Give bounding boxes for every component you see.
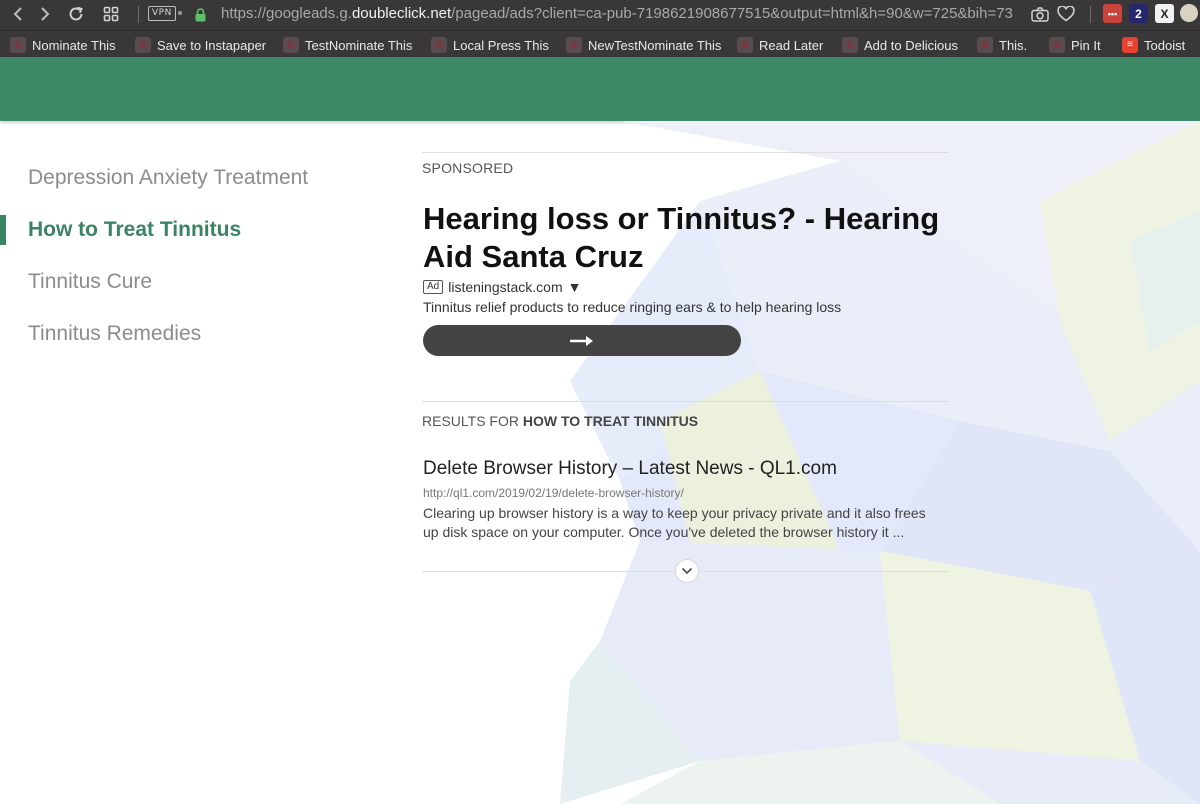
bookmark-label: Add to Delicious xyxy=(864,37,958,53)
camera-icon[interactable] xyxy=(1030,3,1050,25)
results-query: HOW TO TREAT TINNITUS xyxy=(522,413,699,429)
url-prefix: https://googleads.g. xyxy=(221,5,352,22)
active-indicator xyxy=(0,215,6,245)
bookmark-label: Read Later xyxy=(759,37,824,53)
address-bar[interactable]: https://googleads.g.doubleclick.net/page… xyxy=(221,3,1013,25)
bookmark-item[interactable]: ★ Read Later xyxy=(737,35,823,55)
bookmark-item[interactable]: ★ Local Press This xyxy=(431,35,549,55)
arrow-right-icon xyxy=(570,335,593,346)
url-path: /pagead/ads?client=ca-pub-71986219086775… xyxy=(451,5,1013,22)
ad-domain-link[interactable]: listeningstack.com xyxy=(448,279,562,295)
sidebar-item-tinnitus-cure[interactable]: Tinnitus Cure xyxy=(28,270,152,294)
bookmark-star-icon: ★ xyxy=(431,37,447,53)
ad-title-link[interactable]: Hearing loss or Tinnitus? - Hearing Aid … xyxy=(423,200,943,276)
toolbar-divider-2 xyxy=(1090,6,1091,23)
bookmark-item[interactable]: ★ This. xyxy=(977,35,1027,55)
speed-dial-grid-icon[interactable] xyxy=(101,3,121,25)
toolbar-divider xyxy=(138,6,139,23)
bookmark-star-icon: ★ xyxy=(977,37,993,53)
results-heading: RESULTS FOR HOW TO TREAT TINNITUS xyxy=(422,413,698,429)
bookmark-star-icon: ★ xyxy=(737,37,753,53)
lock-icon[interactable] xyxy=(195,7,206,26)
result-snippet: Clearing up browser history is a way to … xyxy=(423,505,926,540)
ad-cta-button[interactable] xyxy=(423,325,741,356)
reload-icon[interactable] xyxy=(66,3,86,25)
bookmark-star-icon: ★ xyxy=(283,37,299,53)
bookmark-star-icon: ★ xyxy=(135,37,151,53)
sidebar-item-depression-anxiety-treatment[interactable]: Depression Anxiety Treatment xyxy=(28,166,308,190)
extension-dots-icon[interactable]: ••• xyxy=(1103,4,1122,23)
extension-x-icon[interactable]: X xyxy=(1155,4,1174,23)
bookmark-label: Pin It xyxy=(1071,37,1101,53)
forward-icon[interactable] xyxy=(37,3,53,25)
divider xyxy=(422,401,949,402)
ad-badge: Ad xyxy=(423,280,444,294)
back-icon[interactable] xyxy=(10,3,26,25)
bookmark-label: This. xyxy=(999,37,1028,53)
bookmark-star-icon: ★ xyxy=(566,37,582,53)
result-title-link[interactable]: Delete Browser History – Latest News - Q… xyxy=(423,458,837,480)
bookmark-item[interactable]: ★ TestNominate This xyxy=(283,35,412,55)
bookmark-label: NewTestNominate This xyxy=(588,37,722,53)
expand-results-button[interactable] xyxy=(675,559,699,583)
url-host: doubleclick.net xyxy=(351,5,452,22)
vpn-status-dot xyxy=(178,11,182,15)
ad-meta: Ad listeningstack.com ▼ xyxy=(423,279,581,295)
bookmark-label: Save to Instapaper xyxy=(157,37,267,53)
sidebar-item-how-to-treat-tinnitus[interactable]: How to Treat Tinnitus xyxy=(28,218,241,242)
bookmark-label: TestNominate This xyxy=(305,37,413,53)
bookmark-item[interactable]: ★ Save to Instapaper xyxy=(135,35,266,55)
ad-description: Tinnitus relief products to reduce ringi… xyxy=(423,299,842,315)
results-prefix: RESULTS FOR xyxy=(422,413,523,429)
sponsored-label: SPONSORED xyxy=(422,160,514,176)
ad-options-caret-icon[interactable]: ▼ xyxy=(568,279,582,295)
bookmark-item[interactable]: ★ NewTestNominate This xyxy=(566,35,721,55)
bookmark-label: Nominate This xyxy=(32,37,116,53)
site-header-bar xyxy=(0,57,1200,121)
bookmark-star-icon: ★ xyxy=(1049,37,1065,53)
divider xyxy=(422,152,949,153)
todoist-icon: ≡ xyxy=(1122,37,1138,53)
bookmark-item[interactable]: ≡ Todoist xyxy=(1122,35,1185,55)
sidebar-item-tinnitus-remedies[interactable]: Tinnitus Remedies xyxy=(28,322,201,346)
bookmark-star-icon: ★ xyxy=(10,37,26,53)
bookmark-label: Todoist xyxy=(1144,37,1186,53)
bookmark-item[interactable]: ★ Nominate This xyxy=(10,35,116,55)
bookmarks-bar: ★ Nominate This ★ Save to Instapaper ★ Test… xyxy=(0,30,1200,57)
bookmark-star-icon: ★ xyxy=(842,37,858,53)
bookmark-label: Local Press This xyxy=(453,37,549,53)
heart-icon[interactable] xyxy=(1055,3,1077,25)
extension-two-icon[interactable]: 2 xyxy=(1129,4,1148,23)
bookmark-item[interactable]: ★ Pin It xyxy=(1049,35,1101,55)
result-url[interactable]: http://ql1.com/2019/02/19/delete-browser… xyxy=(423,486,684,500)
bookmark-item[interactable]: ★ Add to Delicious xyxy=(842,35,958,55)
extension-globe-icon[interactable] xyxy=(1180,4,1198,22)
vpn-badge[interactable]: VPN xyxy=(148,6,176,21)
chevron-down-icon xyxy=(681,567,693,575)
browser-toolbar: VPN https://googleads.g.doubleclick.net/… xyxy=(0,0,1200,30)
